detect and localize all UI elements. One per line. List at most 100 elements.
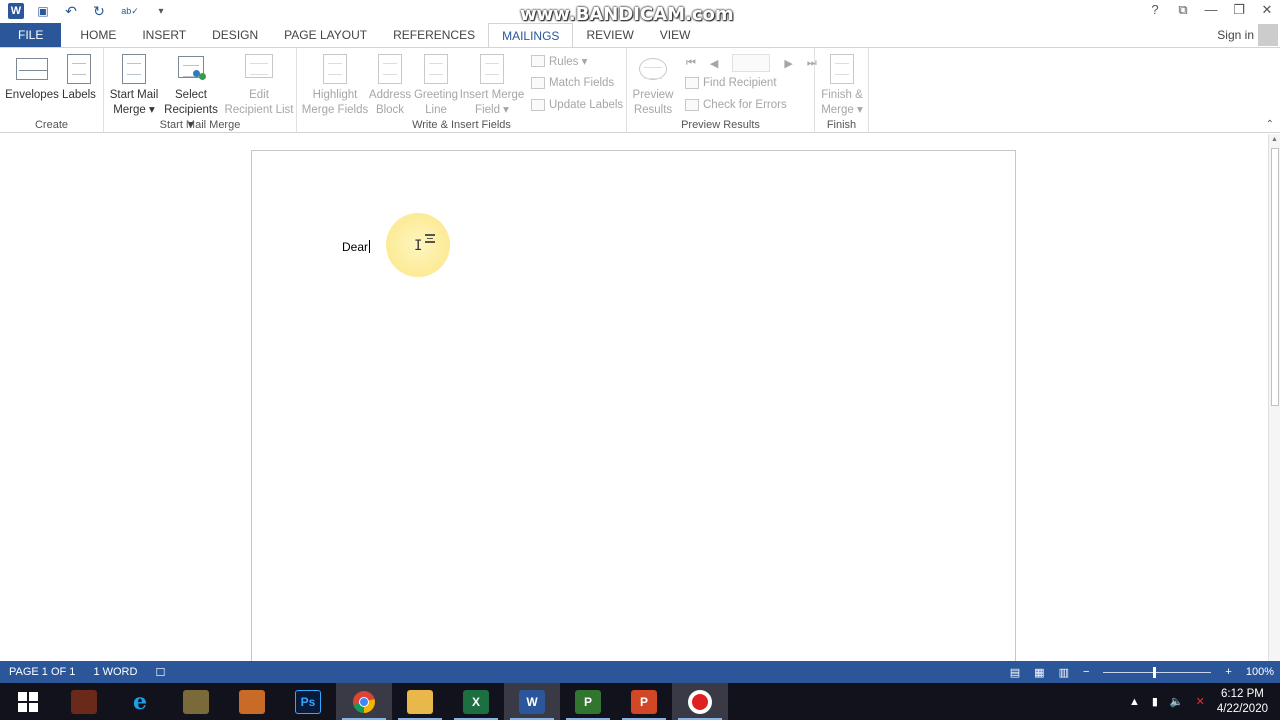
update-labels-button[interactable]: Update Labels <box>531 96 623 114</box>
group-finish: Finish & Merge ▾ Finish <box>815 48 869 133</box>
first-record-icon[interactable]: ⏮ <box>686 57 696 70</box>
read-mode-icon[interactable]: ▤ <box>1010 666 1020 679</box>
close-icon[interactable]: ✕ <box>1260 2 1274 18</box>
address-block-icon <box>378 54 402 84</box>
taskbar-app-avatar[interactable] <box>56 683 112 720</box>
envelopes-button[interactable]: Envelopes <box>5 54 59 103</box>
profile-picture[interactable] <box>1258 24 1278 46</box>
redo-icon[interactable]: ↻ <box>90 2 108 20</box>
rules-button[interactable]: Rules ▾ <box>531 52 587 70</box>
address-block-button[interactable]: Address Block <box>367 54 413 118</box>
zoom-level[interactable]: 100% <box>1246 666 1274 678</box>
quick-access-toolbar: W ▣ ↶ ↻ ab✓ ▾ <box>8 2 170 20</box>
ribbon-display-options-icon[interactable]: ⧉ <box>1176 2 1190 18</box>
taskbar-excel[interactable]: X <box>448 683 504 720</box>
tab-view[interactable]: VIEW <box>647 23 704 47</box>
tab-mailings[interactable]: MAILINGS <box>488 23 574 48</box>
zoom-out-icon[interactable]: − <box>1083 666 1089 678</box>
tab-file[interactable]: FILE <box>0 23 62 47</box>
start-button[interactable] <box>0 683 56 720</box>
document-text[interactable]: Dear <box>342 240 371 254</box>
proofing-icon[interactable]: ☐ <box>146 666 174 679</box>
word-count[interactable]: 1 WORD <box>84 666 146 678</box>
help-icon[interactable]: ? <box>1148 2 1162 18</box>
preview-results-button[interactable]: Preview Results <box>629 54 677 118</box>
rules-label: Rules ▾ <box>549 56 588 68</box>
taskbar-internet-explorer[interactable]: e <box>112 683 168 720</box>
taskbar-word[interactable]: W <box>504 683 560 720</box>
record-icon <box>688 689 712 714</box>
internet-explorer-icon: e <box>133 688 147 715</box>
check-for-errors-button[interactable]: Check for Errors <box>685 96 787 114</box>
taskbar-toolbox-app[interactable] <box>224 683 280 720</box>
highlight-merge-fields-label-2: Merge Fields <box>301 104 369 116</box>
taskbar-chrome[interactable] <box>336 683 392 720</box>
match-fields-button[interactable]: Match Fields <box>531 74 614 92</box>
minimize-icon[interactable]: — <box>1204 2 1218 18</box>
labels-button[interactable]: Labels <box>60 54 98 103</box>
print-layout-icon[interactable]: ▦ <box>1034 666 1044 679</box>
customize-qat-icon[interactable]: ▾ <box>152 2 170 20</box>
taskbar-photoshop[interactable]: Ps <box>280 683 336 720</box>
show-hidden-icons-icon[interactable]: ▲ <box>1129 696 1140 708</box>
insert-merge-field-label-2: Field ▾ <box>475 104 509 116</box>
vertical-scrollbar[interactable]: ▲ <box>1268 134 1280 661</box>
taskbar-file-explorer[interactable] <box>392 683 448 720</box>
tab-home[interactable]: HOME <box>67 23 129 47</box>
start-mail-merge-icon <box>122 54 146 84</box>
finish-merge-label-1: Finish & <box>821 89 863 101</box>
sign-in-link[interactable]: Sign in <box>1217 28 1254 42</box>
collapse-ribbon-icon[interactable]: ⌃ <box>1266 119 1274 130</box>
taskbar-powerpoint[interactable]: P <box>616 683 672 720</box>
group-label-write-insert-fields: Write & Insert Fields <box>412 119 511 131</box>
zoom-in-icon[interactable]: + <box>1225 666 1231 678</box>
tab-review[interactable]: REVIEW <box>573 23 646 47</box>
word-logo-icon[interactable]: W <box>8 3 24 19</box>
document-page[interactable]: Dear <box>251 150 1016 661</box>
insert-merge-field-button[interactable]: Insert Merge Field ▾ <box>459 54 525 118</box>
taskbar-bandicam[interactable] <box>672 683 728 720</box>
taskbar-media-app[interactable] <box>168 683 224 720</box>
media-app-icon <box>183 689 209 714</box>
taskbar-project[interactable]: P <box>560 683 616 720</box>
web-layout-icon[interactable]: ▥ <box>1059 666 1069 679</box>
next-record-icon[interactable]: ▶ <box>784 57 792 70</box>
chrome-icon <box>353 690 375 713</box>
zoom-slider[interactable] <box>1103 666 1212 678</box>
tab-references[interactable]: REFERENCES <box>380 23 488 47</box>
select-recipients-label-1: Select <box>175 89 207 101</box>
system-clock[interactable]: 6:12 PM 4/22/2020 <box>1217 687 1268 717</box>
tab-design[interactable]: DESIGN <box>199 23 271 47</box>
excel-icon: X <box>463 689 489 714</box>
labels-label: Labels <box>62 89 96 101</box>
volume-icon[interactable]: 🔈 <box>1170 695 1184 708</box>
find-recipient-button[interactable]: Find Recipient <box>685 74 777 92</box>
maximize-icon[interactable]: ❐ <box>1232 2 1246 18</box>
save-icon[interactable]: ▣ <box>34 2 52 20</box>
undo-icon[interactable]: ↶ <box>62 2 80 20</box>
tab-insert[interactable]: INSERT <box>129 23 199 47</box>
document-area[interactable]: Dear <box>0 134 1268 661</box>
group-create: Envelopes Labels Create <box>0 48 104 133</box>
scrollbar-thumb[interactable] <box>1271 148 1279 406</box>
app-avatar-icon <box>71 689 97 714</box>
spelling-icon[interactable]: ab✓ <box>118 2 142 20</box>
page-count[interactable]: PAGE 1 OF 1 <box>0 666 84 678</box>
zoom-slider-thumb[interactable] <box>1153 666 1157 678</box>
finish-merge-button[interactable]: Finish & Merge ▾ <box>817 54 867 118</box>
system-tray: ▲ ▮ 🔈 ✕ 6:12 PM 4/22/2020 <box>1129 683 1268 720</box>
previous-record-icon[interactable]: ◀ <box>710 57 718 70</box>
network-icon[interactable]: ✕ <box>1196 695 1205 708</box>
insert-merge-field-label-1: Insert Merge <box>459 89 525 101</box>
record-number-input[interactable] <box>732 54 771 72</box>
taskbar: e Ps X W P P ▲ ▮ 🔈 ✕ 6:12 PM 4/22/2020 <box>0 683 1280 720</box>
edit-recipient-list-button[interactable]: Edit Recipient List <box>222 54 296 118</box>
highlight-merge-fields-button[interactable]: Highlight Merge Fields <box>301 54 369 118</box>
tab-page-layout[interactable]: PAGE LAYOUT <box>271 23 380 47</box>
status-right: ▤ ▦ ▥ − + 100% <box>1010 661 1274 683</box>
people-icon <box>191 70 207 84</box>
start-mail-merge-button[interactable]: Start Mail Merge ▾ <box>106 54 162 118</box>
scroll-up-icon[interactable]: ▲ <box>1271 136 1278 143</box>
greeting-line-button[interactable]: Greeting Line <box>412 54 460 118</box>
battery-icon[interactable]: ▮ <box>1152 695 1158 708</box>
